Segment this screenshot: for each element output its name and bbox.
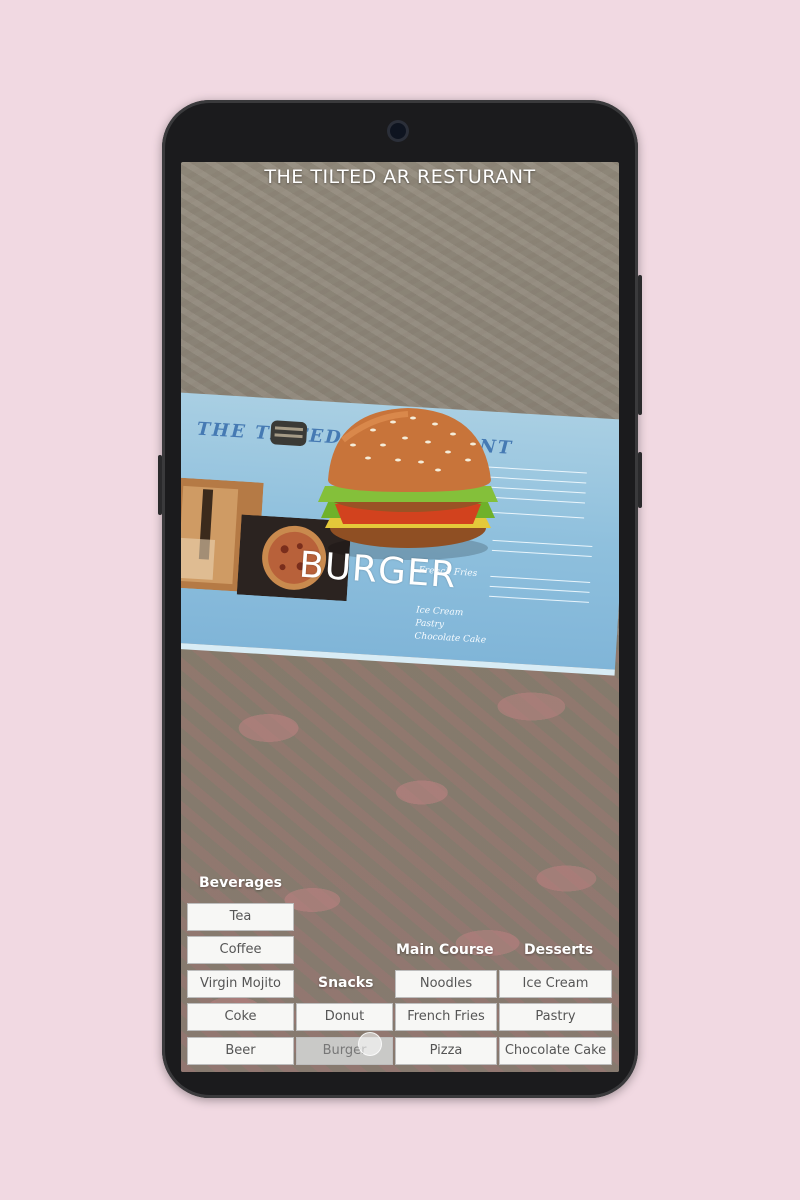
pizza-button[interactable]: Pizza [395,1037,497,1065]
front-camera-icon [390,123,406,139]
beverages-label: Beverages [199,875,282,891]
virgin-mojito-button[interactable]: Virgin Mojito [187,970,294,998]
side-button [638,452,642,508]
coffee-button[interactable]: Coffee [187,936,294,964]
beer-button[interactable]: Beer [187,1037,294,1065]
snacks-label: Snacks [318,975,374,991]
page-title: THE TILTED AR RESTURANT [264,166,536,188]
noodles-button[interactable]: Noodles [395,970,497,998]
chocolate-cake-button[interactable]: Chocolate Cake [499,1037,612,1065]
volume-button [158,455,162,515]
ice-cream-button[interactable]: Ice Cream [499,970,612,998]
menu-card-item: Pastry [415,618,445,631]
cola-photo [270,420,308,446]
french-fries-button[interactable]: French Fries [395,1003,497,1031]
desserts-label: Desserts [524,942,594,958]
ar-burger-model[interactable] [313,400,503,570]
coke-button[interactable]: Coke [187,1003,294,1031]
tea-button[interactable]: Tea [187,903,294,931]
menu-card-item: Chocolate Cake [414,631,487,646]
pastry-button[interactable]: Pastry [499,1003,612,1031]
main-course-label: Main Course [396,942,494,958]
touch-indicator [358,1032,382,1056]
donut-button[interactable]: Donut [296,1003,393,1031]
ar-camera-view[interactable]: THE TILTED RESTAURANT French Fries Ice C… [181,162,619,1072]
menu-card-item: Ice Cream [415,605,464,619]
power-button [638,275,642,415]
